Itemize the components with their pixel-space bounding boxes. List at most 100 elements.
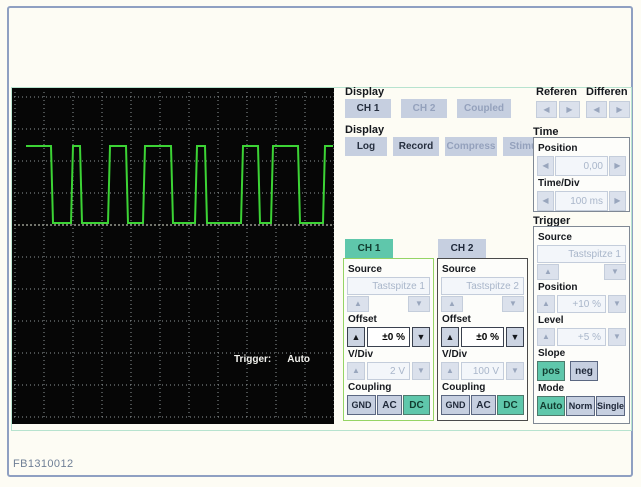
arrow-up-icon: ▲: [446, 367, 454, 375]
reference-next-button[interactable]: ▶: [559, 101, 580, 118]
arrow-right-icon: ▶: [616, 106, 622, 114]
arrow-left-icon: ◀: [543, 106, 549, 114]
arrow-left-icon: ◀: [593, 106, 599, 114]
display-ch2-button[interactable]: CH 2: [401, 99, 447, 118]
trigger-status-value: Auto: [287, 354, 310, 365]
ch1-panel: Source Tastspitze 1 ▲ ▼ Offset ▲ ±0 % ▼ …: [343, 258, 434, 421]
ch2-tab[interactable]: CH 2: [438, 239, 486, 258]
ch1-source-down-button[interactable]: ▼: [408, 296, 430, 312]
slope-neg-button[interactable]: neg: [570, 361, 598, 381]
trigger-position-down-button[interactable]: ▼: [608, 295, 626, 313]
trigger-source-value[interactable]: Tastspitze 1: [537, 245, 626, 263]
ch2-coupling-ac-button[interactable]: AC: [471, 395, 496, 415]
ch1-coupling-ac-button[interactable]: AC: [377, 395, 402, 415]
ch2-coupling-gnd-button[interactable]: GND: [441, 395, 470, 415]
ch2-panel: Source Tastspitze 2 ▲ ▼ Offset ▲ ±0 % ▼ …: [437, 258, 528, 421]
mode-auto-button[interactable]: Auto: [537, 396, 565, 416]
ch1-offset-down-button[interactable]: ▼: [412, 327, 430, 347]
display-log-button[interactable]: Log: [345, 137, 387, 156]
trigger-source-up-button[interactable]: ▲: [537, 264, 559, 280]
display-channels-label: Display: [345, 86, 384, 98]
ch2-vdiv-label: V/Div: [442, 349, 524, 360]
display-coupled-button[interactable]: Coupled: [457, 99, 511, 118]
arrow-up-icon: ▲: [544, 268, 552, 276]
ch2-offset-label: Offset: [442, 314, 524, 325]
trigger-level-down-button[interactable]: ▼: [608, 328, 626, 346]
time-div-value[interactable]: 100 ms: [555, 191, 608, 211]
mode-norm-button[interactable]: Norm: [566, 396, 595, 416]
application-window: FB1310012 Trigger: Auto Display CH 1 CH …: [0, 0, 641, 487]
ch1-coupling-gnd-button[interactable]: GND: [347, 395, 376, 415]
display-compress-button[interactable]: Compress: [445, 137, 497, 156]
arrow-right-icon: ▶: [614, 162, 620, 170]
ch2-source-value[interactable]: Tastspitze 2: [441, 277, 524, 295]
ch2-vdiv-down-button[interactable]: ▼: [506, 362, 524, 380]
reference-label: Referen: [536, 86, 577, 98]
display-ch1-button[interactable]: CH 1: [345, 99, 391, 118]
ch1-vdiv-value[interactable]: 2 V: [367, 362, 410, 380]
trigger-source-down-button[interactable]: ▼: [604, 264, 626, 280]
time-panel: Position ◀ 0,00 ▶ Time/Div ◀ 100 ms ▶: [533, 137, 630, 212]
trigger-level-up-button[interactable]: ▲: [537, 328, 555, 346]
ch1-vdiv-down-button[interactable]: ▼: [412, 362, 430, 380]
ch2-coupling-label: Coupling: [442, 382, 524, 393]
trigger-status: Trigger: Auto: [234, 354, 310, 365]
trigger-source-label: Source: [538, 232, 626, 243]
ch2-coupling-dc-button[interactable]: DC: [497, 395, 524, 415]
arrow-up-icon: ▲: [354, 300, 362, 308]
arrow-up-icon: ▲: [352, 367, 360, 375]
trigger-status-label: Trigger:: [234, 354, 271, 365]
ch1-source-up-button[interactable]: ▲: [347, 296, 369, 312]
arrow-down-icon: ▼: [509, 300, 517, 308]
oscilloscope-screen: Trigger: Auto: [12, 88, 334, 424]
arrow-right-icon: ▶: [566, 106, 572, 114]
ch1-offset-value[interactable]: ±0 %: [367, 327, 410, 347]
display-record-button[interactable]: Record: [393, 137, 439, 156]
mode-single-button[interactable]: Single: [596, 396, 625, 416]
arrow-up-icon: ▲: [542, 300, 550, 308]
trigger-level-label: Level: [538, 315, 626, 326]
ch1-vdiv-up-button[interactable]: ▲: [347, 362, 365, 380]
arrow-down-icon: ▼: [611, 268, 619, 276]
ch1-tab[interactable]: CH 1: [345, 239, 393, 258]
ch2-source-label: Source: [442, 264, 524, 275]
difference-prev-button[interactable]: ◀: [586, 101, 607, 118]
arrow-right-icon: ▶: [614, 197, 620, 205]
waveform-display: [12, 88, 334, 424]
time-position-value[interactable]: 0,00: [555, 156, 608, 176]
arrow-up-icon: ▲: [448, 300, 456, 308]
arrow-down-icon: ▼: [417, 367, 425, 375]
time-div-decrease-button[interactable]: ◀: [537, 191, 554, 211]
ch1-coupling-label: Coupling: [348, 382, 430, 393]
slope-pos-button[interactable]: pos: [537, 361, 565, 381]
ch1-source-label: Source: [348, 264, 430, 275]
ch2-source-up-button[interactable]: ▲: [441, 296, 463, 312]
reference-prev-button[interactable]: ◀: [536, 101, 557, 118]
time-position-label: Position: [538, 143, 626, 154]
time-position-increase-button[interactable]: ▶: [609, 156, 626, 176]
arrow-down-icon: ▼: [511, 333, 520, 342]
arrow-up-icon: ▲: [446, 333, 455, 342]
trigger-position-up-button[interactable]: ▲: [537, 295, 555, 313]
ch2-source-down-button[interactable]: ▼: [502, 296, 524, 312]
trigger-level-value[interactable]: +5 %: [557, 328, 606, 346]
ch1-offset-up-button[interactable]: ▲: [347, 327, 365, 347]
difference-next-button[interactable]: ▶: [609, 101, 630, 118]
ch2-vdiv-value[interactable]: 100 V: [461, 362, 504, 380]
ch2-vdiv-up-button[interactable]: ▲: [441, 362, 459, 380]
arrow-down-icon: ▼: [613, 333, 621, 341]
trigger-slope-label: Slope: [538, 348, 626, 359]
time-div-increase-button[interactable]: ▶: [609, 191, 626, 211]
time-position-decrease-button[interactable]: ◀: [537, 156, 554, 176]
arrow-left-icon: ◀: [542, 162, 548, 170]
ch2-offset-value[interactable]: ±0 %: [461, 327, 504, 347]
trigger-position-value[interactable]: +10 %: [557, 295, 606, 313]
arrow-up-icon: ▲: [352, 333, 361, 342]
ch2-offset-up-button[interactable]: ▲: [441, 327, 459, 347]
arrow-down-icon: ▼: [417, 333, 426, 342]
ch1-vdiv-label: V/Div: [348, 349, 430, 360]
time-div-label: Time/Div: [538, 178, 626, 189]
ch1-coupling-dc-button[interactable]: DC: [403, 395, 430, 415]
ch2-offset-down-button[interactable]: ▼: [506, 327, 524, 347]
ch1-source-value[interactable]: Tastspitze 1: [347, 277, 430, 295]
